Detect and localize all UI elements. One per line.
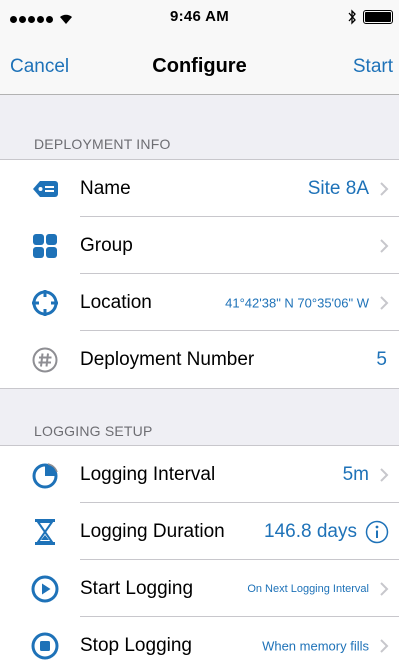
play-circle-icon xyxy=(31,575,59,603)
grid-icon xyxy=(31,232,59,260)
chevron-right-icon xyxy=(380,467,389,482)
navigation-bar: Cancel Configure Start xyxy=(0,40,399,95)
name-value: Site 8A xyxy=(307,177,369,199)
row-location[interactable]: Location 41°42'38" N 70°35'06" W xyxy=(0,274,399,331)
row-label: Start Logging xyxy=(80,577,194,599)
tag-icon xyxy=(31,175,59,203)
bluetooth-icon xyxy=(348,9,356,25)
logging-duration-value: 146.8 days xyxy=(264,520,357,542)
battery-icon xyxy=(363,10,393,24)
start-button[interactable]: Start xyxy=(353,56,393,78)
row-stop-logging[interactable]: Stop Logging When memory fills xyxy=(0,617,399,666)
status-time: 9:46 AM xyxy=(169,8,230,25)
configure-screen: 9:46 AM Cancel Configure Start DEPLOYMEN… xyxy=(0,0,399,666)
logging-setup-group: Logging Interval 5m Logging Duration 146… xyxy=(0,445,399,666)
interval-clock-icon xyxy=(31,461,59,489)
row-label: Logging Duration xyxy=(80,520,225,542)
chevron-right-icon xyxy=(380,581,389,596)
row-group[interactable]: Group xyxy=(0,217,399,274)
hash-icon xyxy=(31,346,59,374)
section-header-deployment-info: DEPLOYMENT INFO xyxy=(34,136,171,152)
row-logging-interval[interactable]: Logging Interval 5m xyxy=(0,446,399,503)
row-start-logging[interactable]: Start Logging On Next Logging Interval xyxy=(0,560,399,617)
chevron-right-icon xyxy=(380,181,389,196)
info-icon[interactable] xyxy=(365,520,389,544)
section-header-logging-setup: LOGGING SETUP xyxy=(34,423,153,439)
row-label: Stop Logging xyxy=(80,634,192,656)
row-label: Location xyxy=(80,291,152,313)
hourglass-icon xyxy=(31,518,59,546)
chevron-right-icon xyxy=(380,238,389,253)
crosshair-icon xyxy=(31,289,59,317)
row-label: Name xyxy=(80,177,131,199)
row-deployment-number: Deployment Number 5 xyxy=(0,331,399,388)
row-logging-duration: Logging Duration 146.8 days xyxy=(0,503,399,560)
deployment-number-value: 5 xyxy=(376,348,387,370)
status-bar: 9:46 AM xyxy=(0,0,399,40)
start-logging-value: On Next Logging Interval xyxy=(247,582,369,595)
location-value: 41°42'38" N 70°35'06" W xyxy=(225,295,369,310)
row-name[interactable]: Name Site 8A xyxy=(0,160,399,217)
row-label: Group xyxy=(80,234,133,256)
stop-circle-icon xyxy=(31,632,59,660)
deployment-info-group: Name Site 8A Group Location 41°42'38" N … xyxy=(0,159,399,389)
row-label: Deployment Number xyxy=(80,348,255,370)
chevron-right-icon xyxy=(380,295,389,310)
logging-interval-value: 5m xyxy=(342,463,369,485)
row-label: Logging Interval xyxy=(80,463,216,485)
page-title: Configure xyxy=(152,55,247,77)
stop-logging-value: When memory fills xyxy=(262,638,369,653)
chevron-right-icon xyxy=(380,638,389,653)
